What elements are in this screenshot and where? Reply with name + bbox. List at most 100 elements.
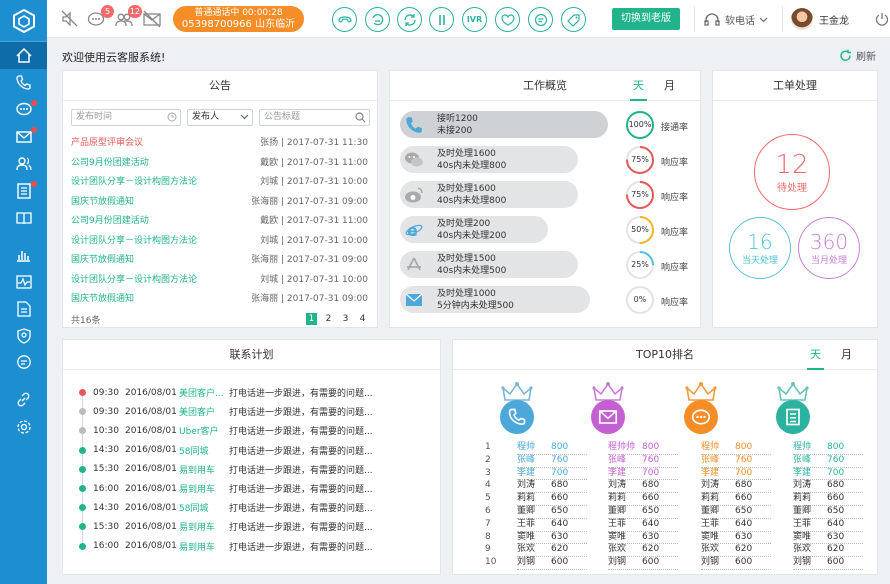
plan-row[interactable]: 09:30 2016/08/01 美团客户... 打电话进一步跟进，有需要的问题...	[79, 383, 373, 402]
sidebar-records-icon[interactable]	[0, 295, 47, 322]
plan-customer[interactable]: 58同城	[179, 501, 229, 514]
rank-cell[interactable]: 李建 700	[608, 467, 678, 481]
sidebar-message-icon[interactable]	[0, 349, 47, 376]
mail-off-icon[interactable]	[143, 10, 163, 28]
hangup-button[interactable]	[332, 7, 357, 32]
rank-cell[interactable]: 王菲 640	[793, 518, 863, 532]
rank-cell[interactable]: 张欢 620	[793, 543, 863, 558]
plan-row[interactable]: 15:30 2016/08/01 易到用车 打电话进一步跟进，有需要的问题...	[79, 517, 373, 536]
notice-row[interactable]: 设计团队分享－设计构图方法论 刘城 | 2017-07-31 10:00	[71, 171, 368, 191]
plan-row[interactable]: 15:30 2016/08/01 易到用车 打电话进一步跟进，有需要的问题...	[79, 460, 373, 479]
sidebar-monitor-icon[interactable]	[0, 268, 47, 295]
rank-cell[interactable]: 窦唯 630	[517, 531, 587, 545]
rank-cell[interactable]: 张峰 760	[701, 454, 771, 468]
power-icon[interactable]	[875, 12, 889, 26]
page-button[interactable]: 3	[340, 313, 351, 325]
plan-row[interactable]: 14:30 2016/08/01 58同城 打电话进一步跟进，有需要的问题...	[79, 498, 373, 517]
ivr-button[interactable]: IVR	[462, 7, 487, 32]
notice-row[interactable]: 公司9月份团建活动 戴欧 | 2017-07-31 11:00	[71, 152, 368, 172]
rank-cell[interactable]: 程帅 800	[793, 441, 863, 455]
rank-cell[interactable]: 窦唯 630	[793, 531, 863, 545]
plan-customer[interactable]: 58同城	[179, 444, 229, 457]
rank-cell[interactable]: 张峰 760	[608, 454, 678, 468]
rank-cell[interactable]: 刘涛 680	[793, 479, 863, 494]
transfer-button[interactable]	[397, 7, 422, 32]
satisfaction-button[interactable]	[495, 7, 520, 32]
rank-cell[interactable]: 刘涛 680	[701, 479, 771, 494]
sidebar-report-icon[interactable]	[0, 241, 47, 268]
notice-title-input[interactable]: 公告标题	[259, 109, 370, 126]
rank-cell[interactable]: 窦唯 630	[701, 531, 771, 545]
sidebar-mail-icon[interactable]	[0, 123, 47, 150]
rank-cell[interactable]: 刘涛 680	[517, 479, 587, 494]
page-button[interactable]: 2	[323, 313, 334, 325]
notice-row[interactable]: 国庆节放假通知 张海丽 | 2017-07-31 09:00	[71, 288, 368, 308]
notice-row[interactable]: 设计团队分享－设计构图方法论 刘城 | 2017-07-31 10:00	[71, 269, 368, 289]
sidebar-chat-icon[interactable]	[0, 96, 47, 123]
plan-row[interactable]: 16:00 2016/08/01 易到用车 打电话进一步跟进，有需要的问题...	[79, 537, 373, 556]
rank-cell[interactable]: 刘钢 600	[701, 556, 771, 570]
sidebar-settings-icon[interactable]	[0, 413, 47, 440]
notice-item-title[interactable]: 国庆节放假通知	[71, 291, 134, 304]
notice-item-title[interactable]: 设计团队分享－设计构图方法论	[71, 174, 197, 187]
rank-cell[interactable]: 王菲 640	[701, 518, 771, 532]
publish-time-input[interactable]: 发布时间	[71, 109, 181, 126]
rank-cell[interactable]: 张峰 760	[517, 454, 587, 468]
plan-customer[interactable]: 易到用车	[179, 540, 229, 553]
tab-month[interactable]: 月	[838, 340, 855, 370]
notice-row[interactable]: 国庆节放假通知 张海丽 | 2017-07-31 09:00	[71, 191, 368, 211]
rank-cell[interactable]: 程帅帅 800	[608, 441, 678, 455]
publisher-select[interactable]: 发布人	[187, 109, 253, 126]
switch-old-version-button[interactable]: 切换到老版	[612, 8, 680, 30]
notice-row[interactable]: 产品原型评审会议 张扬 | 2017-07-31 11:30	[71, 132, 368, 152]
sidebar-phone-icon[interactable]	[0, 69, 47, 96]
rank-cell[interactable]: 张欢 620	[701, 543, 771, 558]
plan-row[interactable]: 09:30 2016/08/01 美团客户 打电话进一步跟进，有需要的问题...	[79, 402, 373, 421]
refresh-button[interactable]: 刷新	[839, 48, 876, 63]
notice-item-title[interactable]: 产品原型评审会议	[71, 135, 143, 148]
rank-cell[interactable]: 王菲 640	[517, 518, 587, 532]
plan-customer[interactable]: 易到用车	[179, 463, 229, 476]
rank-cell[interactable]: 莉莉 660	[701, 492, 771, 506]
sidebar-home-icon[interactable]	[0, 42, 47, 69]
rank-cell[interactable]: 王菲 640	[608, 518, 678, 532]
rank-cell[interactable]: 程帅 800	[701, 441, 771, 455]
plan-customer[interactable]: 美团客户...	[179, 386, 229, 399]
rank-cell[interactable]: 刘钢 600	[608, 556, 678, 570]
sidebar-contacts-icon[interactable]	[0, 150, 47, 177]
plan-customer[interactable]: 易到用车	[179, 482, 229, 495]
plan-customer[interactable]: Uber客户	[179, 424, 229, 437]
rank-cell[interactable]: 程帅 800	[517, 441, 587, 455]
rank-cell[interactable]: 董卿 650	[608, 505, 678, 519]
notice-item-title[interactable]: 国庆节放假通知	[71, 252, 134, 265]
notice-item-title[interactable]: 国庆节放假通知	[71, 194, 134, 207]
tab-month[interactable]: 月	[661, 71, 678, 101]
rank-cell[interactable]: 李建 700	[793, 467, 863, 481]
sidebar-shield-icon[interactable]	[0, 322, 47, 349]
rank-cell[interactable]: 窦唯 630	[608, 531, 678, 545]
message-button[interactable]	[528, 7, 553, 32]
sms-icon[interactable]: 5	[87, 5, 114, 28]
tab-day[interactable]: 天	[630, 71, 647, 101]
group-icon[interactable]: 12	[115, 5, 142, 28]
sidebar-workorder-icon[interactable]	[0, 177, 47, 204]
rank-cell[interactable]: 刘钢 600	[517, 556, 587, 570]
page-button[interactable]: 1	[306, 313, 317, 325]
plan-row[interactable]: 16:00 2016/08/01 易到用车 打电话进一步跟进，有需要的问题...	[79, 479, 373, 498]
mute-icon[interactable]	[61, 10, 81, 28]
plan-customer[interactable]: 易到用车	[179, 520, 229, 533]
rank-cell[interactable]: 莉莉 660	[517, 492, 587, 506]
notice-item-title[interactable]: 设计团队分享－设计构图方法论	[71, 272, 197, 285]
month-bubble[interactable]: 360 当月处理	[798, 217, 860, 279]
consult-button[interactable]	[365, 7, 390, 32]
rank-cell[interactable]: 张欢 620	[517, 543, 587, 558]
notice-item-title[interactable]: 设计团队分享－设计构图方法论	[71, 233, 197, 246]
notice-item-title[interactable]: 公司9月份团建活动	[71, 155, 149, 168]
softphone-dropdown[interactable]: 软电话	[704, 12, 768, 27]
plan-customer[interactable]: 美团客户	[179, 405, 229, 418]
rank-cell[interactable]: 莉莉 660	[793, 492, 863, 506]
pending-bubble[interactable]: 12 待处理	[754, 134, 830, 210]
rank-cell[interactable]: 董卿 650	[701, 505, 771, 519]
hold-button[interactable]	[429, 7, 454, 32]
tab-day[interactable]: 天	[807, 340, 824, 370]
